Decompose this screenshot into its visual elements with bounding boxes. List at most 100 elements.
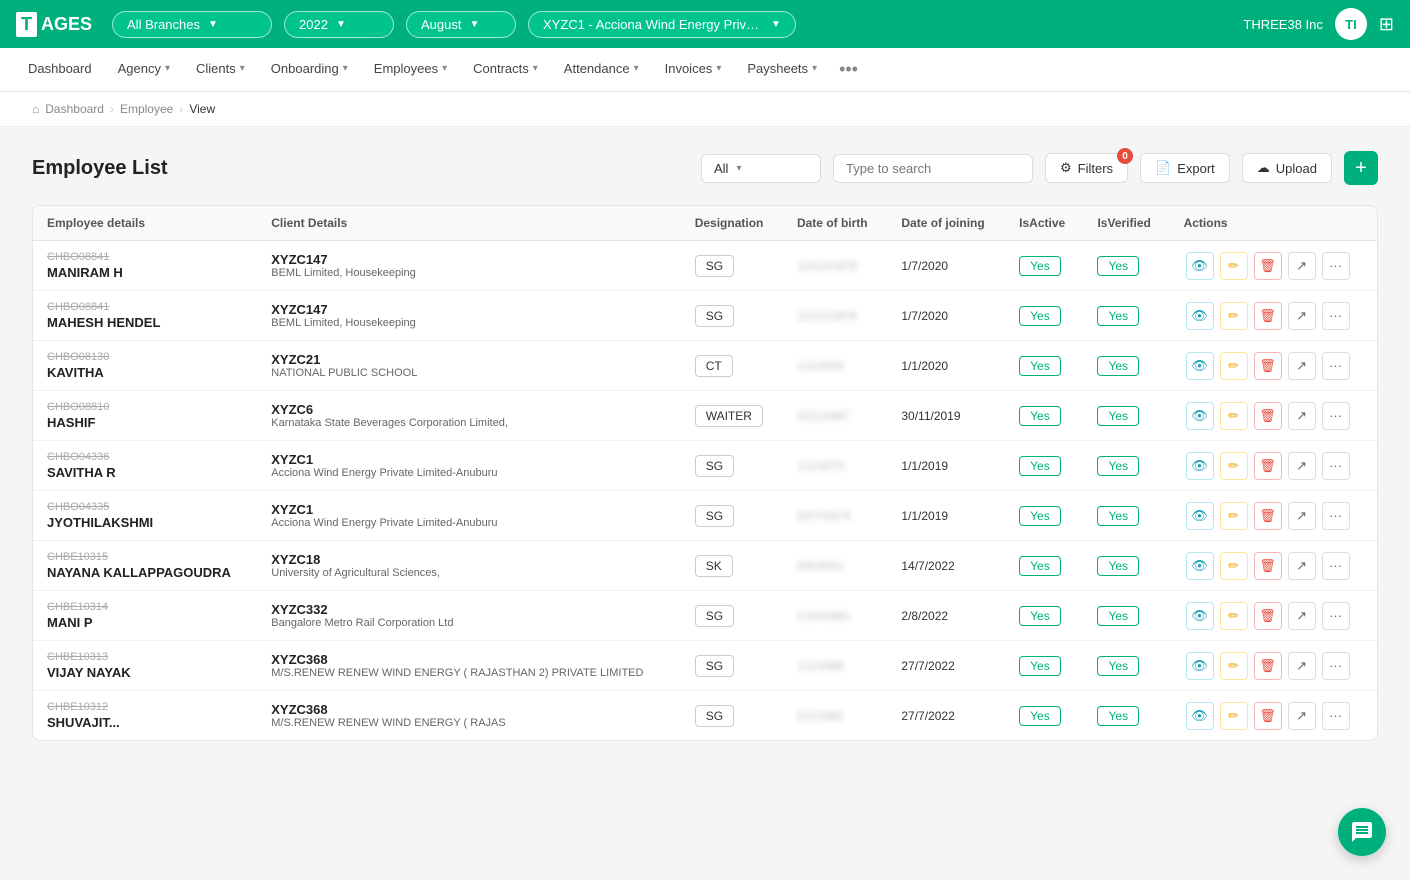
more-btn-2[interactable]: ··· <box>1322 352 1350 380</box>
link-btn-1[interactable]: ↗ <box>1288 302 1316 330</box>
nav-employees[interactable]: Employees ▾ <box>362 48 459 92</box>
edit-btn-2[interactable]: ✏ <box>1220 352 1248 380</box>
menu-icon[interactable]: ⊞ <box>1379 14 1394 35</box>
link-btn-5[interactable]: ↗ <box>1288 502 1316 530</box>
cell-isverified-5: Yes <box>1083 491 1169 541</box>
more-btn-1[interactable]: ··· <box>1322 302 1350 330</box>
designation-badge-7: SG <box>695 605 734 627</box>
doj-7: 2/8/2022 <box>901 609 948 623</box>
cell-employee-6: CHBE10315 NAYANA KALLAPPAGOUDRA <box>33 541 257 591</box>
dob-5: 20/7/1974 <box>797 509 850 523</box>
export-button[interactable]: 📄 Export <box>1140 153 1230 183</box>
upload-button[interactable]: ☁ Upload <box>1242 153 1332 183</box>
month-dropdown[interactable]: August ▼ <box>406 11 516 38</box>
actions-cell-2: 👁 ✏ 🗑 ↗ ··· <box>1184 352 1363 380</box>
cell-dob-5: 20/7/1974 <box>783 491 887 541</box>
view-btn-8[interactable]: 👁 <box>1186 652 1214 680</box>
nav-dashboard[interactable]: Dashboard <box>16 48 104 92</box>
view-btn-5[interactable]: 👁 <box>1186 502 1214 530</box>
search-input[interactable] <box>833 154 1033 183</box>
link-btn-4[interactable]: ↗ <box>1288 452 1316 480</box>
nav-more[interactable]: ••• <box>831 59 866 80</box>
edit-btn-6[interactable]: ✏ <box>1220 552 1248 580</box>
nav-invoices[interactable]: Invoices ▾ <box>653 48 734 92</box>
emp-id-5: CHBO04335 <box>47 501 243 513</box>
designation-badge-3: WAITER <box>695 405 763 427</box>
add-button[interactable]: + <box>1344 151 1378 185</box>
more-btn-5[interactable]: ··· <box>1322 502 1350 530</box>
delete-btn-6[interactable]: 🗑 <box>1254 552 1282 580</box>
edit-btn-5[interactable]: ✏ <box>1220 502 1248 530</box>
delete-btn-5[interactable]: 🗑 <box>1254 502 1282 530</box>
edit-btn-4[interactable]: ✏ <box>1220 452 1248 480</box>
col-actions: Actions <box>1170 206 1377 241</box>
chat-widget[interactable] <box>1338 808 1386 856</box>
link-btn-8[interactable]: ↗ <box>1288 652 1316 680</box>
nav-paysheets[interactable]: Paysheets ▾ <box>735 48 829 92</box>
delete-btn-9[interactable]: 🗑 <box>1254 702 1282 730</box>
link-btn-3[interactable]: ↗ <box>1288 402 1316 430</box>
more-btn-8[interactable]: ··· <box>1322 652 1350 680</box>
link-btn-7[interactable]: ↗ <box>1288 602 1316 630</box>
company-dropdown[interactable]: XYZC1 - Acciona Wind Energy Private . ▼ <box>528 11 796 38</box>
emp-name-5: JYOTHILAKSHMI <box>47 515 153 530</box>
emp-id-4: CHBO04336 <box>47 451 243 463</box>
more-btn-7[interactable]: ··· <box>1322 602 1350 630</box>
edit-btn-0[interactable]: ✏ <box>1220 252 1248 280</box>
all-filter-dropdown[interactable]: All ▾ <box>701 154 821 183</box>
cell-doj-4: 1/1/2019 <box>887 441 1005 491</box>
branches-dropdown[interactable]: All Branches ▼ <box>112 11 272 38</box>
isactive-badge-1: Yes <box>1019 306 1061 326</box>
breadcrumb-employee[interactable]: Employee <box>120 102 173 116</box>
cell-employee-1: CHBO08841 MAHESH HENDEL <box>33 291 257 341</box>
nav-clients[interactable]: Clients ▾ <box>184 48 257 92</box>
nav-attendance[interactable]: Attendance ▾ <box>552 48 651 92</box>
nav-contracts[interactable]: Contracts ▾ <box>461 48 550 92</box>
breadcrumb-dashboard[interactable]: Dashboard <box>45 102 104 116</box>
link-btn-6[interactable]: ↗ <box>1288 552 1316 580</box>
link-btn-9[interactable]: ↗ <box>1288 702 1316 730</box>
view-btn-2[interactable]: 👁 <box>1186 352 1214 380</box>
view-btn-4[interactable]: 👁 <box>1186 452 1214 480</box>
edit-btn-7[interactable]: ✏ <box>1220 602 1248 630</box>
month-label: August <box>421 17 461 32</box>
view-btn-6[interactable]: 👁 <box>1186 552 1214 580</box>
link-btn-2[interactable]: ↗ <box>1288 352 1316 380</box>
delete-btn-7[interactable]: 🗑 <box>1254 602 1282 630</box>
cell-designation-3: WAITER <box>681 391 783 441</box>
delete-btn-4[interactable]: 🗑 <box>1254 452 1282 480</box>
view-btn-1[interactable]: 👁 <box>1186 302 1214 330</box>
edit-btn-1[interactable]: ✏ <box>1220 302 1248 330</box>
delete-btn-1[interactable]: 🗑 <box>1254 302 1282 330</box>
nav-agency[interactable]: Agency ▾ <box>106 48 182 92</box>
contracts-arrow: ▾ <box>533 63 538 74</box>
link-btn-0[interactable]: ↗ <box>1288 252 1316 280</box>
more-btn-0[interactable]: ··· <box>1322 252 1350 280</box>
dob-2: 1/1/2000 <box>797 359 844 373</box>
filters-button[interactable]: ⚙ Filters 0 <box>1045 153 1128 183</box>
actions-cell-3: 👁 ✏ 🗑 ↗ ··· <box>1184 402 1363 430</box>
more-btn-4[interactable]: ··· <box>1322 452 1350 480</box>
delete-btn-8[interactable]: 🗑 <box>1254 652 1282 680</box>
delete-btn-2[interactable]: 🗑 <box>1254 352 1282 380</box>
edit-btn-8[interactable]: ✏ <box>1220 652 1248 680</box>
emp-name-0: MANIRAM H <box>47 265 123 280</box>
view-btn-3[interactable]: 👁 <box>1186 402 1214 430</box>
emp-name-9: SHUVAJIT... <box>47 715 120 730</box>
more-btn-9[interactable]: ··· <box>1322 702 1350 730</box>
delete-btn-3[interactable]: 🗑 <box>1254 402 1282 430</box>
cell-doj-7: 2/8/2022 <box>887 591 1005 641</box>
view-btn-9[interactable]: 👁 <box>1186 702 1214 730</box>
cell-dob-7: 1/10/1981 <box>783 591 887 641</box>
view-btn-0[interactable]: 👁 <box>1186 252 1214 280</box>
avatar[interactable]: TI <box>1335 8 1367 40</box>
more-btn-6[interactable]: ··· <box>1322 552 1350 580</box>
more-btn-3[interactable]: ··· <box>1322 402 1350 430</box>
cell-isverified-4: Yes <box>1083 441 1169 491</box>
year-dropdown[interactable]: 2022 ▼ <box>284 11 394 38</box>
delete-btn-0[interactable]: 🗑 <box>1254 252 1282 280</box>
nav-onboarding[interactable]: Onboarding ▾ <box>259 48 360 92</box>
edit-btn-3[interactable]: ✏ <box>1220 402 1248 430</box>
view-btn-7[interactable]: 👁 <box>1186 602 1214 630</box>
edit-btn-9[interactable]: ✏ <box>1220 702 1248 730</box>
